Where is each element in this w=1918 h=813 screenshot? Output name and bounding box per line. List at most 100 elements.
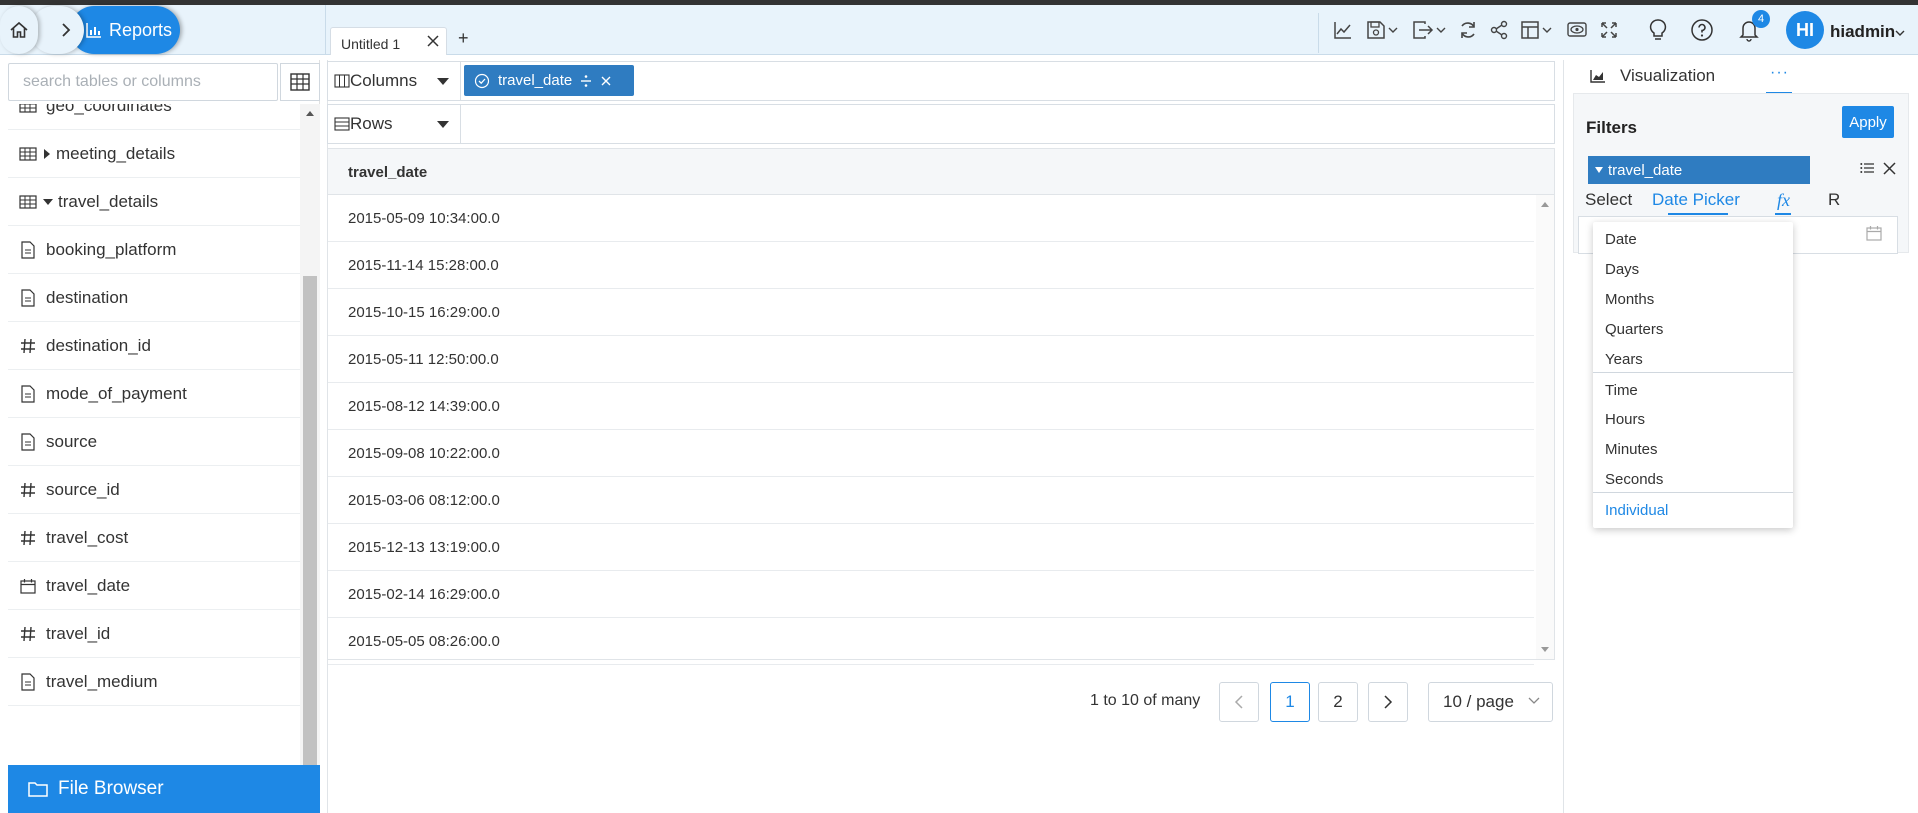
save-menu-button[interactable]	[1366, 19, 1398, 41]
user-menu[interactable]: hiadmin	[1830, 22, 1905, 42]
tree-item-destination-id[interactable]: destination_id	[8, 322, 300, 370]
rows-shelf-menu[interactable]: Rows	[328, 105, 461, 143]
filter-header-travel-date[interactable]: travel_date	[1588, 156, 1810, 184]
calendar-icon[interactable]	[1866, 225, 1882, 241]
tree-item-travel-medium[interactable]: travel_medium	[8, 658, 300, 706]
close-icon[interactable]	[600, 75, 612, 87]
column-pill-travel-date[interactable]: travel_date	[464, 65, 634, 96]
columns-shelf[interactable]: Columns travel_date	[327, 61, 1555, 101]
rows-shelf[interactable]: Rows	[327, 104, 1555, 144]
caret-right-icon[interactable]	[42, 148, 52, 160]
table-row[interactable]: 2015-10-15 16:29:00.0	[328, 289, 1534, 336]
scroll-up-icon[interactable]	[305, 109, 315, 117]
columns-shelf-menu[interactable]: Columns	[328, 62, 461, 100]
filter-field-label: travel_date	[1608, 161, 1683, 179]
page-2-button[interactable]: 2	[1318, 682, 1358, 722]
dropdown-option-quarters[interactable]: Quarters	[1593, 312, 1793, 342]
tree-item-label: travel_id	[46, 623, 111, 643]
prev-page-button[interactable]: <	[1219, 682, 1259, 722]
dropdown-option-time[interactable]: Time	[1593, 372, 1793, 402]
layout-menu-button[interactable]	[1520, 19, 1552, 41]
chart-type-button[interactable]	[1333, 19, 1353, 41]
tree-item-partial[interactable]: geo_coordinates	[8, 104, 300, 130]
next-page-button[interactable]: >	[1368, 682, 1408, 722]
tree-item-label: travel_cost	[46, 527, 129, 547]
text-column-icon	[18, 432, 38, 451]
tab-visualization[interactable]: Visualization	[1590, 66, 1715, 86]
grid-scrollbar[interactable]	[1536, 195, 1554, 659]
tree-item-travel-cost[interactable]: travel_cost	[8, 514, 300, 562]
divide-icon[interactable]	[580, 74, 592, 88]
tree-item-travel-date[interactable]: travel_date	[8, 562, 300, 610]
list-icon[interactable]	[1860, 162, 1874, 174]
tree-item-meeting-details[interactable]: meeting_details	[8, 130, 300, 178]
add-tab-button[interactable]: +	[458, 28, 469, 49]
tree-item-mode-of-payment[interactable]: mode_of_payment	[8, 370, 300, 418]
tree-item-destination[interactable]: destination	[8, 274, 300, 322]
avatar[interactable]: HI	[1786, 11, 1824, 49]
breadcrumb-expand-button[interactable]	[30, 6, 84, 54]
search-input[interactable]	[8, 63, 278, 101]
filter-tab-r[interactable]: R	[1828, 190, 1840, 210]
dropdown-option-years[interactable]: Years	[1593, 342, 1793, 372]
filter-tab-date-picker[interactable]: Date Picker	[1652, 190, 1740, 210]
tree-item-label: geo_coordinates	[46, 104, 172, 115]
fullscreen-button[interactable]	[1600, 19, 1618, 41]
sidebar-scrollbar[interactable]	[300, 104, 320, 813]
scroll-down-icon[interactable]	[1541, 647, 1549, 653]
export-menu-button[interactable]	[1412, 19, 1446, 41]
table-row[interactable]: 2015-11-14 15:28:00.0	[328, 242, 1534, 289]
home-icon	[10, 21, 28, 38]
page-size-select[interactable]: 10 / page	[1428, 682, 1553, 722]
table-row[interactable]: 2015-03-06 08:12:00.0	[328, 477, 1534, 524]
tree-item-label: destination	[46, 287, 129, 307]
tab-untitled-1[interactable]: Untitled 1	[330, 27, 447, 55]
dropdown-option-minutes[interactable]: Minutes	[1593, 432, 1793, 462]
header-divider	[325, 5, 326, 55]
tab-more[interactable]: ···	[1770, 64, 1789, 82]
check-circle-icon[interactable]	[474, 73, 490, 89]
close-icon[interactable]	[426, 34, 440, 48]
help-button[interactable]	[1690, 19, 1714, 41]
data-grid: travel_date 2015-05-09 10:34:00.0 2015-1…	[327, 148, 1555, 665]
caret-down-icon[interactable]	[42, 197, 54, 207]
dropdown-option-hours[interactable]: Hours	[1593, 402, 1793, 432]
table-row[interactable]: 2015-12-13 13:19:00.0	[328, 524, 1534, 571]
tree-item-source-id[interactable]: source_id	[8, 466, 300, 514]
scrollbar-thumb[interactable]	[303, 276, 317, 776]
tree-item-travel-id[interactable]: travel_id	[8, 610, 300, 658]
chevron-down-icon	[1542, 27, 1552, 33]
dropdown-option-days[interactable]: Days	[1593, 252, 1793, 282]
filter-tab-select[interactable]: Select	[1585, 190, 1632, 210]
table-view-button[interactable]	[280, 63, 320, 101]
filter-tab-fx[interactable]: fx	[1777, 190, 1790, 211]
close-icon[interactable]	[1883, 162, 1896, 175]
table-row[interactable]: 2015-02-14 16:29:00.0	[328, 571, 1534, 618]
table-row[interactable]: 2015-05-11 12:50:00.0	[328, 336, 1534, 383]
tree-item-travel-details[interactable]: travel_details	[8, 178, 300, 226]
tree-item-booking-platform[interactable]: booking_platform	[8, 226, 300, 274]
reports-nav-button[interactable]: Reports	[70, 6, 180, 54]
table-row[interactable]: 2015-09-08 10:22:00.0	[328, 430, 1534, 477]
preview-button[interactable]	[1566, 19, 1588, 41]
file-browser-button[interactable]: File Browser	[8, 765, 320, 813]
table-row[interactable]: 2015-08-12 14:39:00.0	[328, 383, 1534, 430]
tree-item-source[interactable]: source	[8, 418, 300, 466]
dropdown-option-date[interactable]: Date	[1593, 222, 1793, 252]
refresh-button[interactable]	[1458, 19, 1478, 41]
dropdown-option-months[interactable]: Months	[1593, 282, 1793, 312]
columns-shelf-label: Columns	[350, 71, 418, 90]
table-row[interactable]: 2015-05-05 08:26:00.0	[328, 618, 1534, 665]
scroll-up-icon[interactable]	[1541, 201, 1549, 207]
caret-down-icon	[1595, 167, 1603, 173]
dropdown-option-individual[interactable]: Individual	[1593, 492, 1793, 522]
grid-header-travel-date[interactable]: travel_date	[328, 149, 1554, 195]
tips-button[interactable]	[1649, 19, 1667, 41]
apply-button[interactable]: Apply	[1842, 106, 1894, 138]
dropdown-option-seconds[interactable]: Seconds	[1593, 462, 1793, 492]
share-button[interactable]	[1490, 19, 1508, 41]
table-icon	[18, 104, 38, 113]
page-1-button[interactable]: 1	[1270, 682, 1310, 722]
home-button[interactable]	[0, 6, 38, 54]
table-row[interactable]: 2015-05-09 10:34:00.0	[328, 195, 1534, 242]
